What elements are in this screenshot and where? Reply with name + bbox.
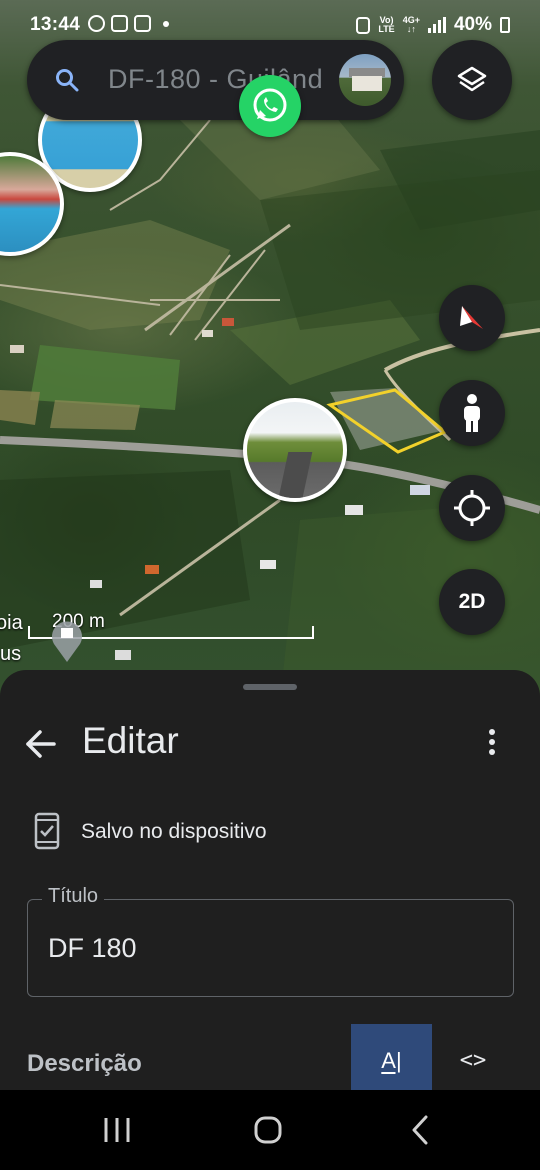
layers-icon <box>457 66 487 92</box>
view-mode-label: 2D <box>458 590 486 613</box>
layers-button[interactable] <box>432 40 512 120</box>
thumbnail-house <box>352 76 382 91</box>
compass-icon <box>460 306 483 329</box>
phone-check-icon <box>34 812 60 850</box>
place-label: oia <box>0 612 23 635</box>
data-arrows-text: ↓↑ <box>406 24 416 34</box>
title-field-value[interactable]: DF 180 <box>48 933 137 964</box>
saved-status-text: Salvo no dispositivo <box>81 820 267 843</box>
sim-icon <box>356 16 371 34</box>
clock: 13:44 <box>30 14 81 35</box>
whatsapp-notification-icon <box>88 15 105 32</box>
search-bar[interactable]: DF-180 - Guilând <box>27 40 404 120</box>
description-label: Descrição <box>27 1050 142 1077</box>
sheet-title: Editar <box>82 720 179 761</box>
gmail-notification-icon <box>134 15 151 32</box>
saved-status: Salvo no dispositivo <box>34 812 267 852</box>
battery-icon <box>500 17 510 33</box>
whatsapp-floating-button[interactable] <box>239 75 301 137</box>
text-format-tab[interactable]: A| <box>351 1024 432 1090</box>
my-location-button[interactable] <box>439 475 505 541</box>
data-indicator: 4G+ ↓↑ <box>403 16 420 34</box>
title-field[interactable]: Título DF 180 <box>27 885 514 997</box>
place-label-text: us <box>0 643 22 665</box>
home-icon[interactable] <box>252 1112 284 1148</box>
recent-apps-icon[interactable] <box>102 1112 132 1148</box>
view-mode-2d-button[interactable]: 2D <box>439 569 505 635</box>
whatsapp-icon <box>253 88 287 122</box>
title-field-label: Título <box>42 885 105 908</box>
edit-sheet: Editar Salvo no dispositivo Título DF 18… <box>0 670 540 1090</box>
more-options-icon[interactable] <box>480 726 504 762</box>
gallery-notification-icon <box>111 15 128 32</box>
search-icon[interactable] <box>55 68 79 92</box>
lte-text: LTE <box>378 24 395 34</box>
back-arrow-icon[interactable] <box>20 722 64 766</box>
code-icon: <> <box>459 1048 487 1073</box>
place-thumbnail[interactable] <box>339 54 391 106</box>
pegman-icon <box>464 394 480 432</box>
street-view-button[interactable] <box>439 380 505 446</box>
compass-button[interactable] <box>439 285 505 351</box>
notification-icons <box>88 15 169 32</box>
photo-pin-road[interactable] <box>243 398 347 502</box>
text-format-label: A| <box>381 1048 402 1073</box>
more-notifications-icon <box>163 20 169 27</box>
drag-handle[interactable] <box>243 684 297 690</box>
system-navigation-bar <box>0 1090 540 1170</box>
crosshair-icon <box>454 490 490 526</box>
location-pin-icon[interactable] <box>50 618 84 664</box>
volte-indicator: Vo) LTE <box>378 16 394 34</box>
signal-icon <box>427 17 446 33</box>
system-icons: Vo) LTE 4G+ ↓↑ 40% <box>356 14 510 36</box>
battery-percent: 40% <box>453 14 492 35</box>
place-label-text: oia <box>0 612 23 634</box>
back-nav-icon[interactable] <box>408 1112 432 1148</box>
html-code-tab[interactable]: <> <box>442 1024 504 1090</box>
place-label: us <box>0 643 21 666</box>
